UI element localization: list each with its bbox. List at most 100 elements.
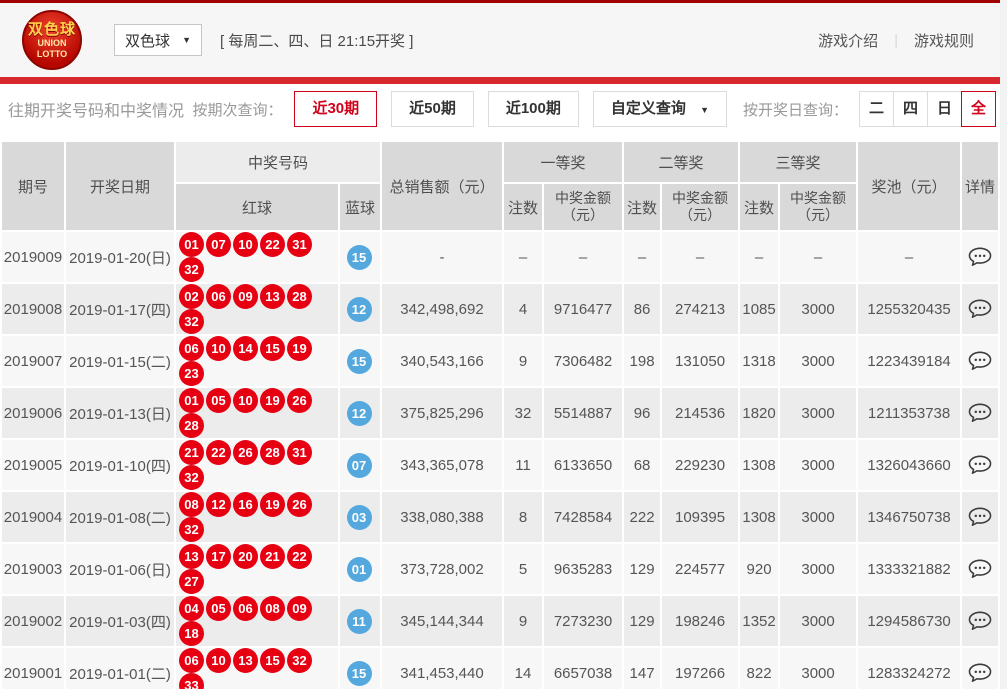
third-prize-amount-cell: 3000	[780, 596, 856, 646]
second-prize-amount-cell: 131050	[662, 336, 738, 386]
col-header-detail: 详情	[962, 142, 998, 230]
third-prize-amount-cell: –	[780, 232, 856, 282]
detail-cell[interactable]	[962, 648, 998, 689]
date-cell: 2019-01-17(四)	[66, 284, 174, 334]
sales-cell: 340,543,166	[382, 336, 502, 386]
period-btn-30[interactable]: 近30期	[294, 91, 377, 127]
col-header-winning-numbers: 中奖号码	[176, 142, 380, 182]
date-cell: 2019-01-01(二)	[66, 648, 174, 689]
third-prize-count-cell: 1318	[740, 336, 778, 386]
second-prize-count-cell: 96	[624, 388, 660, 438]
table-header: 期号 开奖日期 中奖号码 总销售额（元） 一等奖 二等奖 三等奖 奖池（元） 详…	[2, 142, 998, 230]
pool-cell: 1223439184	[858, 336, 960, 386]
col-header-issue: 期号	[2, 142, 64, 230]
detail-cell[interactable]	[962, 596, 998, 646]
third-prize-amount-cell: 3000	[780, 336, 856, 386]
second-prize-count-cell: 68	[624, 440, 660, 490]
pool-cell: 1333321882	[858, 544, 960, 594]
third-prize-count-cell: –	[740, 232, 778, 282]
red-ball: 22	[260, 232, 285, 257]
day-filter-group: 二 四 日 全	[860, 91, 996, 127]
detail-cell[interactable]	[962, 440, 998, 490]
day-btn-tue[interactable]: 二	[859, 91, 894, 127]
red-ball: 08	[179, 492, 204, 517]
issue-cell: 2019004	[2, 492, 64, 542]
issue-cell: 2019002	[2, 596, 64, 646]
scrollbar-track[interactable]	[1000, 0, 1007, 689]
col-header-count-3: 注数	[740, 184, 778, 230]
custom-query-button[interactable]: 自定义查询 ▼	[593, 91, 727, 127]
red-ball: 18	[179, 621, 204, 646]
detail-cell[interactable]	[962, 232, 998, 282]
day-btn-sun[interactable]: 日	[927, 91, 962, 127]
red-ball: 05	[206, 388, 231, 413]
table-row: 20190052019-01-10(四)21222628313207343,36…	[2, 440, 998, 490]
red-ball: 28	[287, 284, 312, 309]
red-ball: 10	[233, 388, 258, 413]
red-ball: 32	[179, 465, 204, 490]
logo-title: 双色球	[28, 22, 76, 37]
blue-ball-cell: 12	[340, 284, 380, 334]
red-ball: 17	[206, 544, 231, 569]
red-ball: 32	[179, 257, 204, 282]
blue-ball: 07	[347, 453, 372, 478]
col-header-amount-3: 中奖金额（元）	[780, 184, 856, 230]
detail-cell[interactable]	[962, 544, 998, 594]
red-ball: 06	[206, 284, 231, 309]
red-ball: 12	[206, 492, 231, 517]
third-prize-count-cell: 822	[740, 648, 778, 689]
second-prize-count-cell: 86	[624, 284, 660, 334]
first-prize-amount-cell: –	[544, 232, 622, 282]
blue-ball-cell: 01	[340, 544, 380, 594]
red-balls-cell: 061013153233	[176, 648, 338, 689]
header-links: 游戏介绍 | 游戏规则	[818, 30, 974, 51]
second-prize-amount-cell: 198246	[662, 596, 738, 646]
sales-cell: 345,144,344	[382, 596, 502, 646]
detail-cell[interactable]	[962, 388, 998, 438]
first-prize-count-cell: 9	[504, 336, 542, 386]
red-ball: 02	[179, 284, 204, 309]
game-select-dropdown[interactable]: 双色球 ▼	[114, 24, 202, 56]
second-prize-count-cell: 147	[624, 648, 660, 689]
blue-ball-cell: 03	[340, 492, 380, 542]
comment-bubble-icon	[968, 610, 992, 632]
game-rules-link[interactable]: 游戏规则	[914, 30, 974, 51]
first-prize-amount-cell: 6133650	[544, 440, 622, 490]
issue-cell: 2019003	[2, 544, 64, 594]
union-lotto-logo: 双色球 UNION LOTTO	[22, 10, 82, 70]
second-prize-amount-cell: 109395	[662, 492, 738, 542]
col-header-count-2: 注数	[624, 184, 660, 230]
comment-bubble-icon	[968, 558, 992, 580]
third-prize-amount-cell: 3000	[780, 544, 856, 594]
period-btn-50[interactable]: 近50期	[391, 91, 474, 127]
red-ball: 27	[179, 569, 204, 594]
table-row: 20190032019-01-06(日)13172021222701373,72…	[2, 544, 998, 594]
day-btn-thu[interactable]: 四	[893, 91, 928, 127]
detail-cell[interactable]	[962, 336, 998, 386]
third-prize-amount-cell: 3000	[780, 388, 856, 438]
detail-cell[interactable]	[962, 492, 998, 542]
date-cell: 2019-01-15(二)	[66, 336, 174, 386]
red-balls-cell: 061014151923	[176, 336, 338, 386]
red-ball: 32	[179, 309, 204, 334]
results-table: 期号 开奖日期 中奖号码 总销售额（元） 一等奖 二等奖 三等奖 奖池（元） 详…	[0, 140, 1000, 689]
third-prize-count-cell: 1820	[740, 388, 778, 438]
second-prize-count-cell: 198	[624, 336, 660, 386]
second-prize-count-cell: 129	[624, 544, 660, 594]
day-btn-all[interactable]: 全	[961, 91, 996, 127]
period-btn-100[interactable]: 近100期	[488, 91, 579, 127]
red-balls-cell: 040506080918	[176, 596, 338, 646]
blue-ball: 11	[347, 609, 372, 634]
sales-cell: 342,498,692	[382, 284, 502, 334]
red-ball: 23	[179, 361, 204, 386]
red-ball: 14	[233, 336, 258, 361]
detail-cell[interactable]	[962, 284, 998, 334]
red-ball: 21	[179, 440, 204, 465]
third-prize-count-cell: 1308	[740, 492, 778, 542]
second-prize-amount-cell: 274213	[662, 284, 738, 334]
issue-cell: 2019007	[2, 336, 64, 386]
red-ball: 20	[233, 544, 258, 569]
date-cell: 2019-01-03(四)	[66, 596, 174, 646]
game-intro-link[interactable]: 游戏介绍	[818, 30, 878, 51]
filter-bar: 往期开奖号码和中奖情况 按期次查询： 近30期 近50期 近100期 自定义查询…	[0, 84, 1000, 134]
